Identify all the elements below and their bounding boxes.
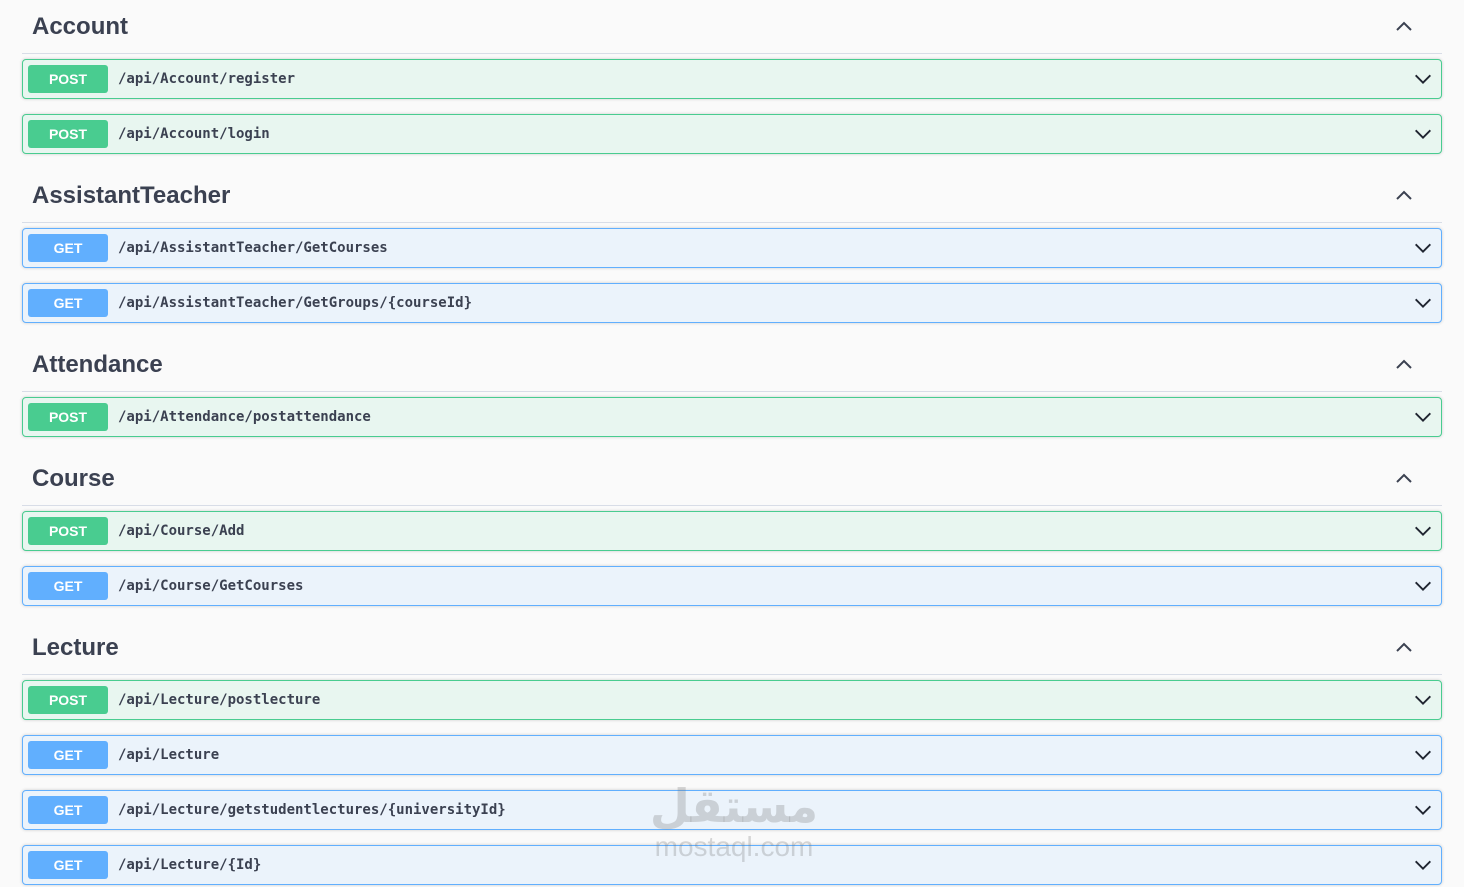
chevron-down-icon[interactable]	[1412, 406, 1434, 428]
chevron-down-icon[interactable]	[1412, 123, 1434, 145]
section-header-assistantteacher[interactable]: AssistantTeacher	[22, 169, 1442, 223]
operation-path: /api/AssistantTeacher/GetGroups/{courseI…	[118, 295, 473, 311]
section-lecture: Lecture POST /api/Lecture/postlecture GE…	[22, 621, 1442, 885]
chevron-up-icon[interactable]	[1392, 184, 1416, 208]
chevron-down-icon[interactable]	[1412, 237, 1434, 259]
chevron-up-icon[interactable]	[1392, 15, 1416, 39]
section-header-lecture[interactable]: Lecture	[22, 621, 1442, 675]
method-badge: GET	[28, 796, 108, 824]
operation-row[interactable]: POST /api/Account/login	[22, 114, 1442, 154]
method-badge: POST	[28, 517, 108, 545]
chevron-down-icon[interactable]	[1412, 520, 1434, 542]
operation-row[interactable]: GET /api/Lecture/{Id}	[22, 845, 1442, 885]
chevron-down-icon[interactable]	[1412, 799, 1434, 821]
section-header-account[interactable]: Account	[22, 0, 1442, 54]
section-header-attendance[interactable]: Attendance	[22, 338, 1442, 392]
chevron-down-icon[interactable]	[1412, 575, 1434, 597]
operation-path: /api/Course/Add	[118, 523, 245, 539]
chevron-down-icon[interactable]	[1412, 68, 1434, 90]
method-badge: POST	[28, 403, 108, 431]
chevron-up-icon[interactable]	[1392, 353, 1416, 377]
method-badge: POST	[28, 120, 108, 148]
method-badge: GET	[28, 234, 108, 262]
chevron-down-icon[interactable]	[1412, 854, 1434, 876]
chevron-down-icon[interactable]	[1412, 689, 1434, 711]
chevron-down-icon[interactable]	[1412, 744, 1434, 766]
operation-row[interactable]: GET /api/AssistantTeacher/GetCourses	[22, 228, 1442, 268]
method-badge: GET	[28, 741, 108, 769]
operation-row[interactable]: GET /api/Lecture	[22, 735, 1442, 775]
operation-path: /api/Account/login	[118, 126, 270, 142]
operation-path: /api/Account/register	[118, 71, 296, 87]
operation-path: /api/Lecture/postlecture	[118, 692, 321, 708]
chevron-down-icon[interactable]	[1412, 292, 1434, 314]
operation-path: /api/Course/GetCourses	[118, 578, 304, 594]
operation-row[interactable]: GET /api/Lecture/getstudentlectures/{uni…	[22, 790, 1442, 830]
operation-row[interactable]: POST /api/Course/Add	[22, 511, 1442, 551]
section-account: Account POST /api/Account/register POST …	[22, 0, 1442, 154]
section-assistantteacher: AssistantTeacher GET /api/AssistantTeach…	[22, 169, 1442, 323]
section-title: Course	[32, 464, 115, 492]
section-title: Attendance	[32, 350, 163, 378]
section-title: Account	[32, 12, 128, 40]
operation-row[interactable]: POST /api/Attendance/postattendance	[22, 397, 1442, 437]
operation-row[interactable]: POST /api/Lecture/postlecture	[22, 680, 1442, 720]
chevron-up-icon[interactable]	[1392, 467, 1416, 491]
method-badge: POST	[28, 65, 108, 93]
method-badge: GET	[28, 851, 108, 879]
method-badge: GET	[28, 572, 108, 600]
operation-row[interactable]: GET /api/AssistantTeacher/GetGroups/{cou…	[22, 283, 1442, 323]
section-title: Lecture	[32, 633, 119, 661]
section-attendance: Attendance POST /api/Attendance/postatte…	[22, 338, 1442, 437]
operation-path: /api/AssistantTeacher/GetCourses	[118, 240, 388, 256]
operation-path: /api/Lecture/{Id}	[118, 857, 262, 873]
chevron-up-icon[interactable]	[1392, 636, 1416, 660]
operation-path: /api/Attendance/postattendance	[118, 409, 371, 425]
operation-row[interactable]: GET /api/Course/GetCourses	[22, 566, 1442, 606]
api-sections: Account POST /api/Account/register POST …	[22, 0, 1442, 885]
section-header-course[interactable]: Course	[22, 452, 1442, 506]
method-badge: GET	[28, 289, 108, 317]
operation-row[interactable]: POST /api/Account/register	[22, 59, 1442, 99]
section-course: Course POST /api/Course/Add GET /api/Cou…	[22, 452, 1442, 606]
operation-path: /api/Lecture	[118, 747, 220, 763]
section-title: AssistantTeacher	[32, 181, 231, 209]
method-badge: POST	[28, 686, 108, 714]
operation-path: /api/Lecture/getstudentlectures/{univers…	[118, 802, 506, 818]
